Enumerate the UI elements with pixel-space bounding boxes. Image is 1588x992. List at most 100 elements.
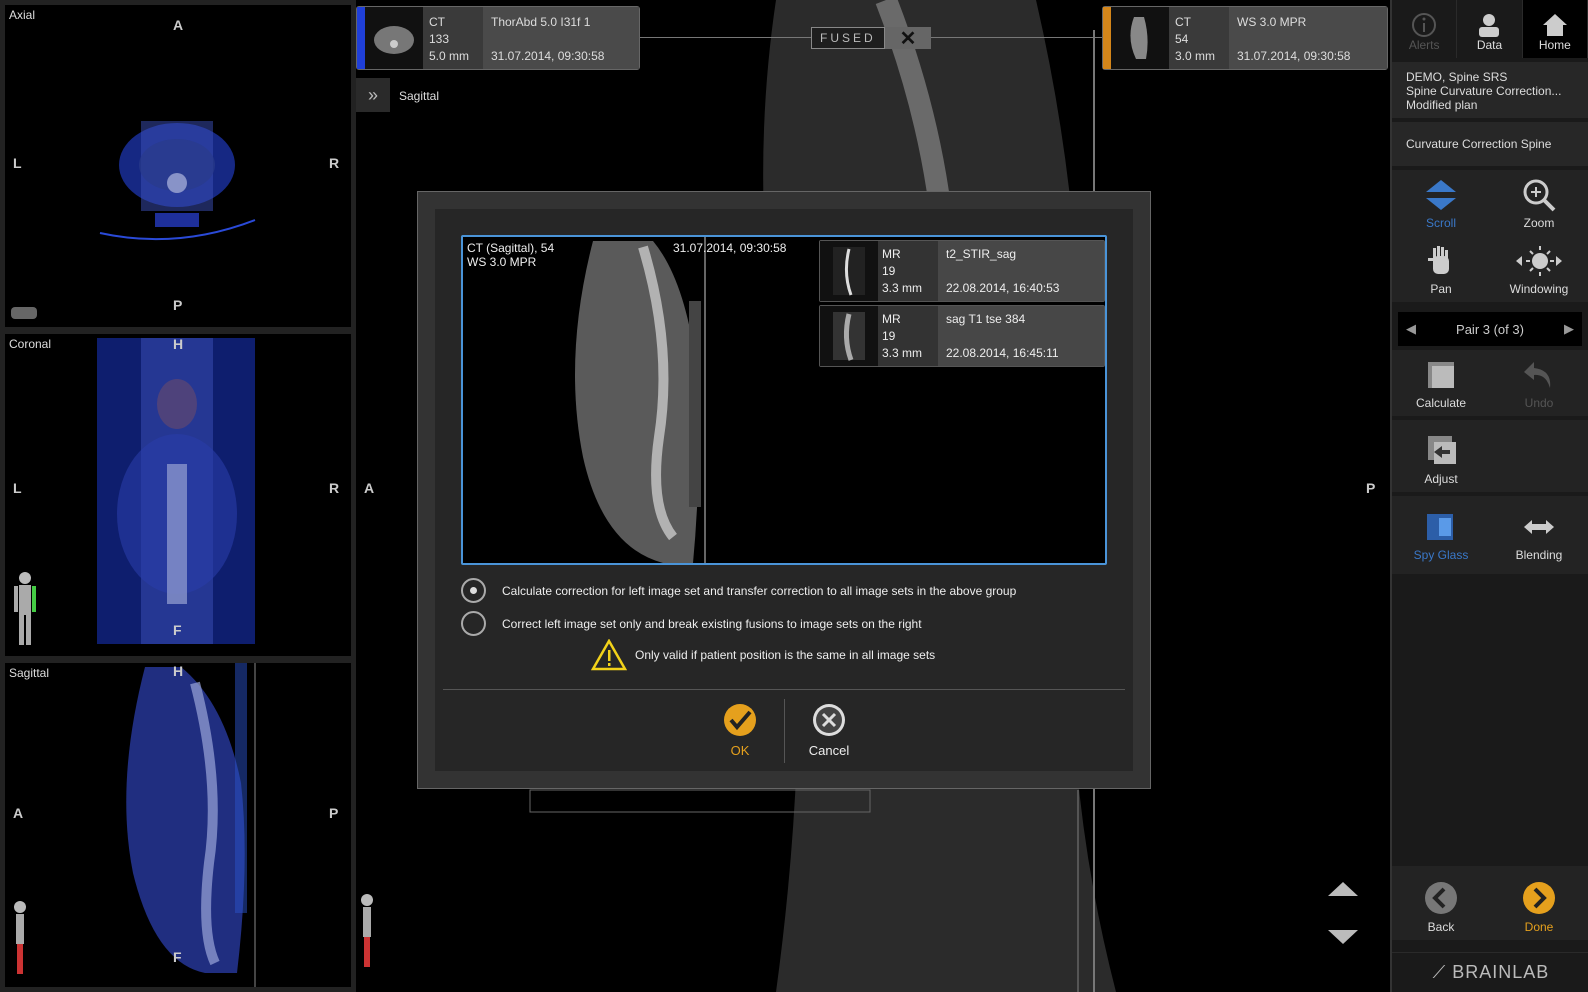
scroll-up-arrow-icon[interactable] — [1326, 880, 1360, 901]
mr-number: 19 — [882, 264, 896, 278]
previous-pair-arrow-icon[interactable]: ◀ — [1406, 321, 1416, 337]
windowing-label: Windowing — [1509, 282, 1569, 296]
mr-date: 22.08.2014, 16:45:11 — [946, 346, 1059, 360]
pan-tool-button[interactable]: Pan — [1392, 236, 1490, 302]
undo-button[interactable]: Undo — [1490, 350, 1588, 416]
warning-icon — [591, 639, 627, 671]
option-break-fusions[interactable]: Correct left image set only and break ex… — [461, 611, 922, 636]
plan-info: DEMO, Spine SRS Spine Curvature Correcti… — [1392, 62, 1588, 118]
series-number: 133 — [429, 32, 450, 46]
cancel-button[interactable]: Cancel — [789, 703, 869, 758]
spy-glass-button[interactable]: Spy Glass — [1392, 502, 1490, 568]
button-separator — [784, 699, 785, 763]
next-pair-arrow-icon[interactable]: ▶ — [1564, 321, 1574, 337]
series-modality: CT — [429, 15, 445, 29]
option-break-label: Correct left image set only and break ex… — [502, 616, 922, 631]
axial-image — [99, 121, 256, 241]
coronal-image — [97, 338, 255, 644]
warning-message: Only valid if patient position is the sa… — [591, 639, 935, 671]
series-thickness: 5.0 mm — [429, 49, 470, 63]
scroll-down-arrow-icon[interactable] — [1326, 928, 1360, 949]
zoom-tool-button[interactable]: Zoom — [1490, 170, 1588, 236]
step-navigation-section: Back Done — [1392, 866, 1588, 940]
done-arrow-icon — [1523, 882, 1555, 914]
body-figure-icon — [13, 570, 37, 646]
step-name: Curvature Correction Spine — [1392, 122, 1588, 166]
calculate-button[interactable]: Calculate — [1392, 350, 1490, 416]
cancel-label: Cancel — [808, 743, 850, 758]
zoom-icon — [1523, 179, 1556, 212]
windowing-tool-button[interactable]: Windowing — [1490, 236, 1588, 302]
mr-thumbnail — [820, 306, 878, 366]
orient-top: A — [173, 17, 184, 33]
warning-text: Only valid if patient position is the sa… — [635, 648, 936, 662]
adjust-section: Adjust — [1392, 420, 1588, 492]
correction-dialog: CT (Sagittal), 54 WS 3.0 MPR 31.07.2014,… — [417, 191, 1151, 789]
scroll-label: Scroll — [1425, 216, 1456, 230]
dialog-divider — [443, 689, 1125, 690]
plan-title: Spine Curvature Correction... — [1406, 84, 1562, 98]
patient-data-icon — [1479, 14, 1500, 37]
radio-selected[interactable] — [461, 578, 486, 603]
plan-status: Modified plan — [1406, 98, 1478, 112]
orient-left: L — [13, 480, 22, 496]
spy-glass-icon — [1427, 514, 1453, 540]
back-button[interactable]: Back — [1392, 866, 1490, 940]
adjust-icon — [1428, 436, 1456, 464]
data-button[interactable]: Data — [1457, 0, 1523, 58]
option-transfer-correction[interactable]: Calculate correction for left image set … — [461, 578, 1016, 603]
alerts-button[interactable]: Alerts — [1392, 0, 1458, 58]
expand-chevron-icon[interactable]: » — [356, 78, 390, 112]
mr-date: 22.08.2014, 16:40:53 — [946, 281, 1060, 295]
sagittal-viewport[interactable]: Sagittal H A P F — [5, 663, 351, 987]
series-date: 31.07.2014, 09:30:58 — [491, 49, 605, 63]
home-icon — [1542, 14, 1567, 36]
orient-left: A — [13, 805, 24, 821]
axial-viewport[interactable]: Axial A L R P — [5, 5, 351, 327]
calc-tools-section: Calculate Undo — [1392, 350, 1588, 416]
mr-series-card-1[interactable]: MR 19 3.3 mm t2_STIR_sag 22.08.2014, 16:… — [819, 240, 1105, 302]
series-thumbnail — [365, 7, 423, 69]
scroll-icon — [1426, 180, 1456, 210]
coronal-viewport[interactable]: Coronal H L R F — [5, 334, 351, 656]
undo-label: Undo — [1524, 396, 1554, 410]
series-date: 31.07.2014, 09:30:58 — [1237, 49, 1351, 63]
preview-title: CT (Sagittal), 54 — [467, 241, 555, 255]
unfuse-close-icon[interactable]: ✕ — [885, 27, 931, 50]
blending-button[interactable]: Blending — [1490, 502, 1588, 568]
orient-left: A — [364, 480, 375, 496]
radio-unselected[interactable] — [461, 611, 486, 636]
mr-series-card-2[interactable]: MR 19 3.3 mm sag T1 tse 384 22.08.2014, … — [819, 305, 1105, 367]
patient-orientation-icon — [11, 307, 37, 319]
option-transfer-label: Calculate correction for left image set … — [502, 583, 1017, 598]
orient-bottom: F — [173, 949, 182, 965]
adjust-button[interactable]: Adjust — [1392, 426, 1490, 492]
zoom-label: Zoom — [1523, 216, 1555, 230]
left-series-card[interactable]: CT 133 5.0 mm ThorAbd 5.0 I31f 1 31.07.2… — [356, 6, 640, 70]
data-label: Data — [1476, 38, 1503, 52]
scroll-tool-button[interactable]: Scroll — [1392, 170, 1490, 236]
done-button[interactable]: Done — [1490, 866, 1588, 940]
left-viewport-column: Axial A L R P Coronal H L R F Sagittal H… — [0, 0, 356, 992]
calculate-label: Calculate — [1415, 396, 1467, 410]
series-modality: CT — [1175, 15, 1191, 29]
pair-counter: Pair 3 (of 3) — [1456, 321, 1524, 337]
axial-label: Axial — [9, 8, 36, 22]
home-label: Home — [1538, 38, 1571, 52]
fused-label: FUSED — [811, 27, 885, 49]
image-set-preview: CT (Sagittal), 54 WS 3.0 MPR 31.07.2014,… — [461, 235, 1107, 565]
calculate-icon — [1428, 362, 1454, 388]
mr-name: t2_STIR_sag — [946, 247, 1017, 261]
patient-name: DEMO, Spine SRS — [1406, 70, 1508, 84]
mr-modality: MR — [882, 247, 901, 261]
cancel-x-icon — [813, 704, 845, 736]
back-arrow-icon — [1425, 882, 1457, 914]
preview-subtitle: WS 3.0 MPR — [467, 255, 537, 269]
right-series-card[interactable]: CT 54 3.0 mm WS 3.0 MPR 31.07.2014, 09:3… — [1102, 6, 1388, 70]
series-color-strip — [357, 7, 365, 69]
blending-icon — [1524, 520, 1554, 534]
back-label: Back — [1427, 920, 1455, 934]
home-button[interactable]: Home — [1522, 0, 1588, 58]
orient-top: H — [173, 663, 184, 679]
ok-button[interactable]: OK — [700, 703, 780, 758]
